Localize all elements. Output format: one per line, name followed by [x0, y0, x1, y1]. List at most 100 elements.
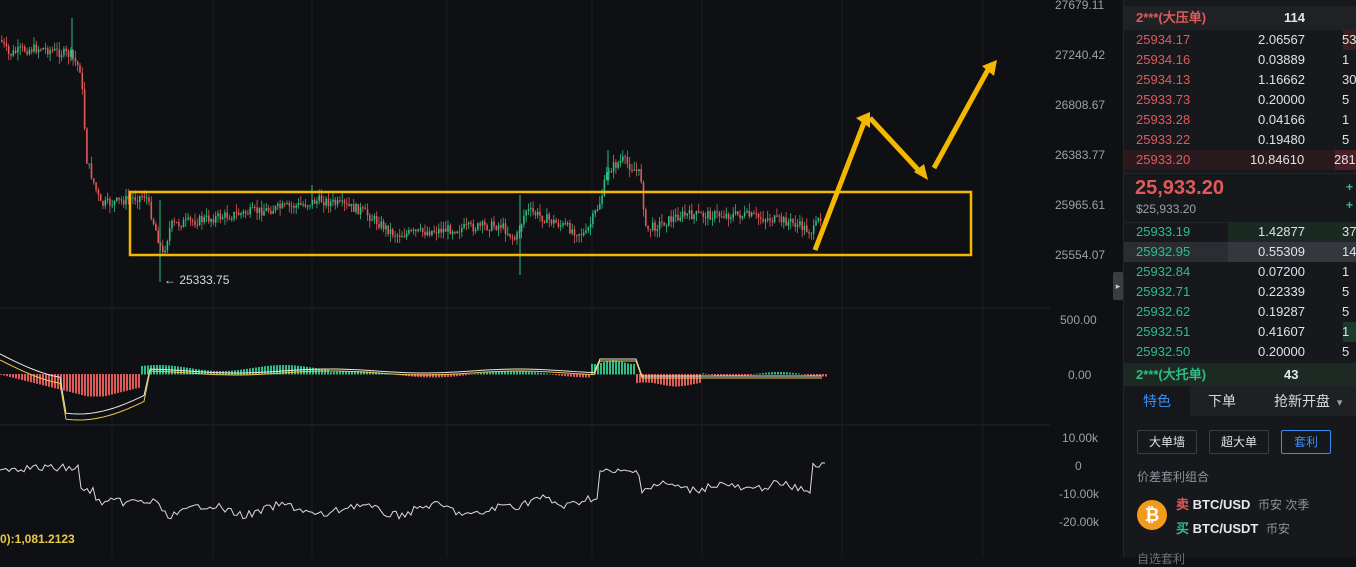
- ask-row[interactable]: 25934.13 1.16662 30: [1124, 70, 1356, 90]
- candle-body: [187, 217, 189, 219]
- candle-body: [392, 229, 394, 236]
- bid-qty: 0.41607: [1258, 324, 1305, 339]
- candle-body: [444, 228, 447, 232]
- sell-pair[interactable]: 卖 BTC/USD 币安 次季: [1176, 494, 1309, 513]
- candle-body: [723, 216, 725, 218]
- bid-row[interactable]: 25933.19 1.42877 37: [1124, 222, 1356, 242]
- ask-row[interactable]: 25934.16 0.03889 1: [1124, 50, 1356, 70]
- candle-body: [162, 245, 164, 253]
- candle-body: [799, 221, 801, 225]
- tab-new-listing[interactable]: 抢新开盘 ▾: [1274, 386, 1342, 416]
- candle-body: [47, 48, 49, 55]
- pair-symbol: BTC/USDT: [1192, 521, 1259, 536]
- macd-bar: [699, 374, 701, 384]
- candle-body: [10, 53, 12, 56]
- candle-body: [120, 199, 123, 201]
- macd-bar: [9, 374, 11, 377]
- candle-body: [26, 51, 28, 55]
- candle-body: [51, 50, 54, 52]
- macd-bar: [783, 372, 785, 375]
- macd-bar: [744, 374, 746, 376]
- large-ask-header[interactable]: 2***(大压单) 114: [1124, 6, 1356, 30]
- ask-row[interactable]: 25933.73 0.20000 5: [1124, 90, 1356, 110]
- macd-bar: [465, 374, 467, 376]
- ask-qty: 2.06567: [1258, 32, 1305, 47]
- macd-bar: [270, 365, 272, 375]
- macd-bar: [534, 372, 536, 375]
- candle-body: [136, 200, 139, 202]
- candle-body: [484, 221, 486, 225]
- candle-body: [148, 197, 150, 202]
- ask-row[interactable]: 25933.28 0.04166 1: [1124, 110, 1356, 130]
- macd-bar: [630, 363, 632, 375]
- candle-body: [70, 50, 72, 57]
- chart-area[interactable]: 27679.11 27240.42 26808.67 26383.77 2596…: [0, 0, 1110, 557]
- large-order-wall-button[interactable]: 大单墙: [1137, 430, 1197, 454]
- candle-body: [258, 207, 261, 213]
- last-price: 25,933.20: [1135, 177, 1224, 199]
- ask-row[interactable]: 25933.22 0.19480 5: [1124, 130, 1356, 150]
- candle-body: [341, 200, 343, 202]
- bid-row[interactable]: 25932.50 0.20000 5: [1124, 342, 1356, 362]
- macd-bar: [78, 374, 80, 395]
- candle-body: [704, 216, 707, 219]
- bid-qty: 0.20000: [1258, 344, 1305, 359]
- macd-bar: [525, 371, 527, 375]
- bid-row[interactable]: 25932.62 0.19287 5: [1124, 302, 1356, 322]
- candle-body: [56, 48, 58, 50]
- candle-body: [33, 44, 35, 52]
- buy-pair[interactable]: 买 BTC/USDT 币安: [1176, 518, 1290, 537]
- candle-body: [219, 213, 222, 220]
- tab-features[interactable]: 特色: [1124, 386, 1190, 416]
- macd-bar: [96, 374, 98, 397]
- candle-body: [323, 202, 325, 206]
- macd-bar: [747, 374, 749, 376]
- bid-qty: 1.42877: [1258, 224, 1305, 239]
- candle-body: [180, 226, 182, 228]
- annotation-layer: [128, 60, 997, 257]
- candle-body: [279, 203, 281, 209]
- candle-body: [424, 232, 426, 236]
- macd-bar: [249, 368, 251, 375]
- tab-order[interactable]: 下单: [1208, 386, 1236, 416]
- ask-price: 25934.13: [1136, 72, 1191, 87]
- candle-body: [663, 222, 665, 226]
- bid-row[interactable]: 25932.71 0.22339 5: [1124, 282, 1356, 302]
- forecast-arrow-up-2: [931, 64, 993, 170]
- super-large-order-button[interactable]: 超大单: [1209, 430, 1269, 454]
- macd-bar: [459, 374, 461, 376]
- candle-body: [428, 231, 431, 236]
- candle-body: [732, 213, 734, 218]
- macd-tick: 500.00: [1060, 313, 1097, 327]
- macd-bar: [255, 367, 257, 375]
- candle-body: [171, 220, 173, 229]
- candle-body: [389, 229, 392, 235]
- arbitrage-button[interactable]: 套利: [1281, 430, 1331, 454]
- bid-row[interactable]: 25932.51 0.41607 1: [1124, 322, 1356, 342]
- ask-row[interactable]: 25934.17 2.06567 53: [1124, 30, 1356, 50]
- candle-body: [203, 217, 205, 223]
- candle-body: [300, 202, 302, 205]
- large-bid-header[interactable]: 2***(大托单) 43: [1124, 363, 1356, 387]
- candle-body: [21, 46, 24, 48]
- ask-row[interactable]: 25933.20 10.84610 281: [1124, 150, 1356, 170]
- candle-body: [750, 212, 753, 217]
- macd-tick: 0.00: [1068, 368, 1092, 382]
- candle-body: [553, 219, 555, 224]
- bid-total: 1: [1342, 324, 1350, 339]
- ask-total: 30: [1342, 72, 1356, 87]
- macd-bar: [303, 366, 305, 375]
- panel-collapse-handle[interactable]: ▸: [1113, 272, 1123, 300]
- candle-body: [106, 198, 109, 201]
- bid-row[interactable]: 25932.95 0.55309 14: [1124, 242, 1356, 262]
- candle-body: [766, 218, 769, 220]
- candle-body: [594, 210, 596, 214]
- candle-body: [520, 224, 523, 232]
- spread-combo-title: 价差套利组合: [1137, 470, 1210, 484]
- large-bid-count: 43: [1284, 367, 1299, 382]
- bid-row[interactable]: 25932.84 0.07200 1: [1124, 262, 1356, 282]
- ask-price: 25933.20: [1136, 152, 1191, 167]
- macd-bar: [339, 371, 341, 375]
- candle-body: [88, 163, 90, 165]
- candle-body: [228, 218, 231, 220]
